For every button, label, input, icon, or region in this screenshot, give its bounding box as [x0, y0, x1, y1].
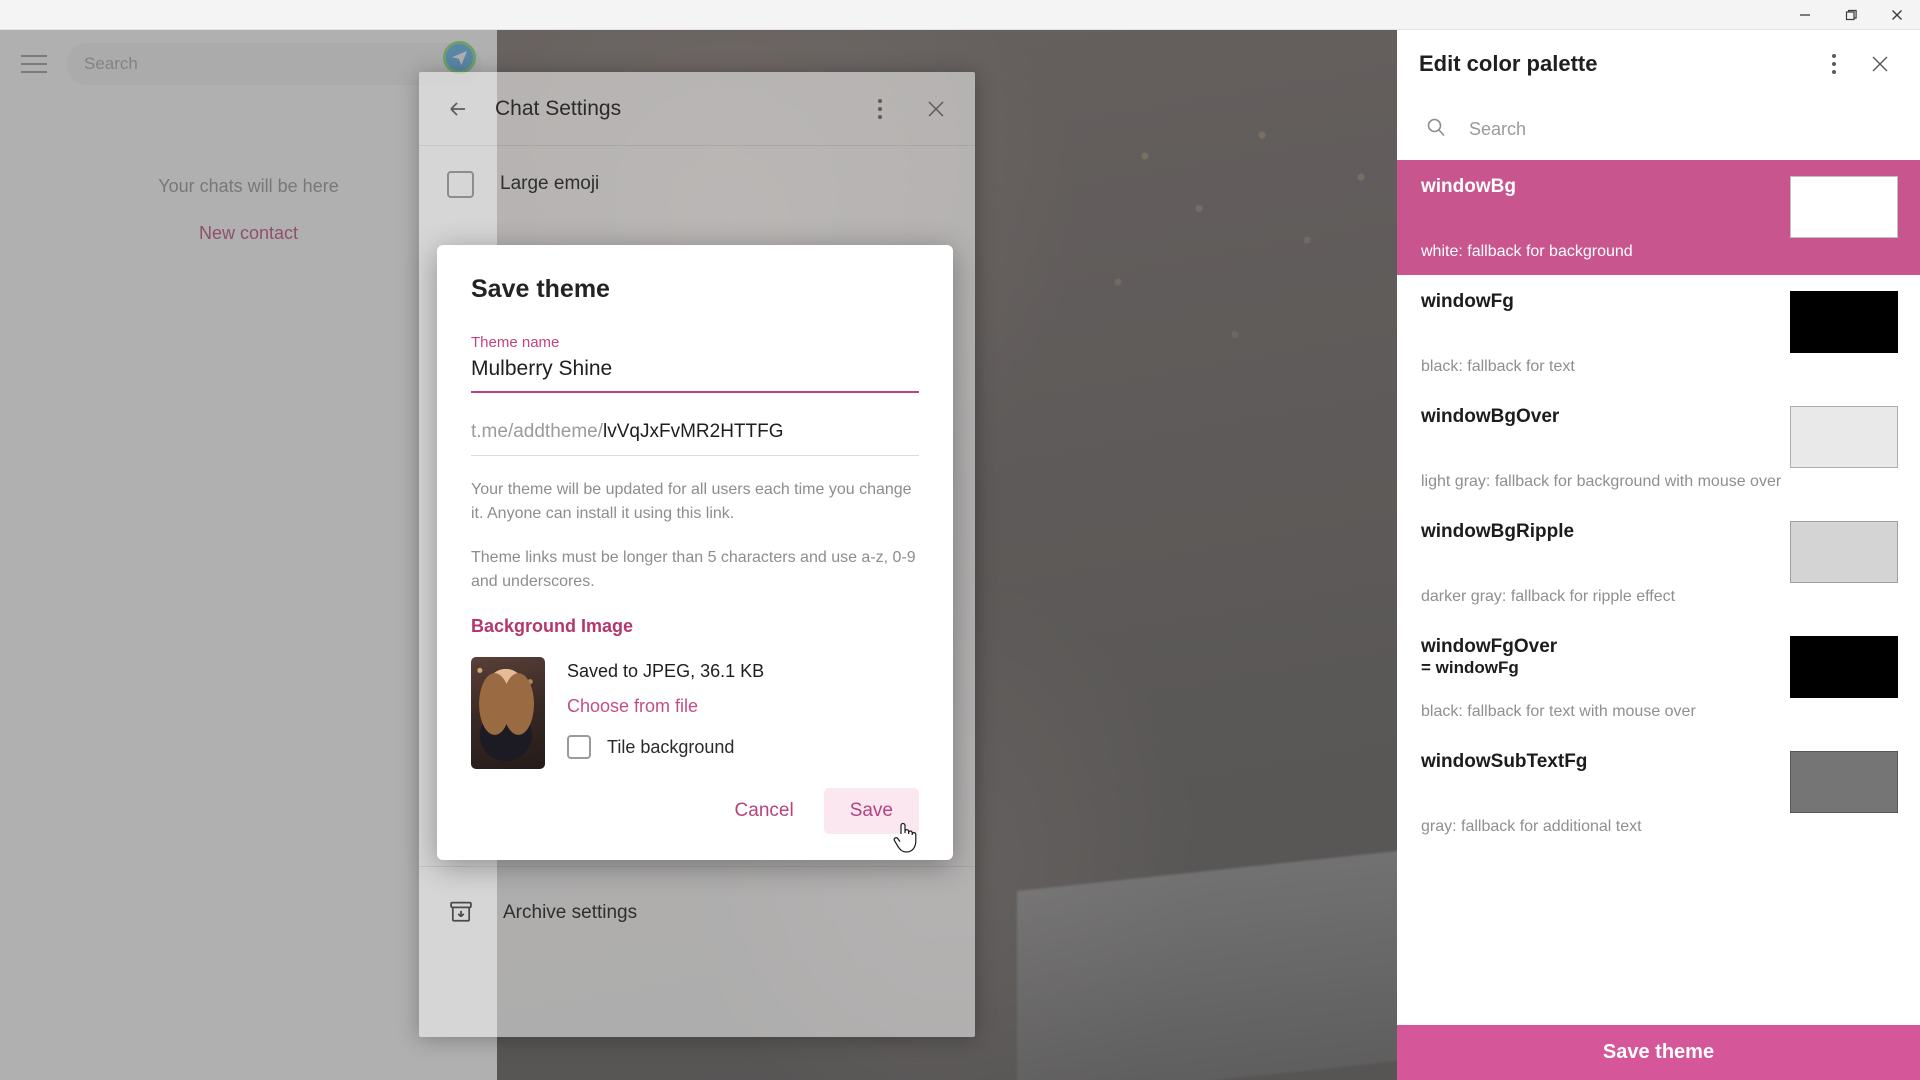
saved-format-text: Saved to JPEG, 36.1 KB [567, 661, 765, 681]
palette-row-description: black: fallback for text with mouse over [1421, 703, 1696, 720]
setting-row-large-emoji[interactable]: Large emoji [419, 146, 975, 222]
theme-link-input[interactable]: t.me/addtheme/lvVqJxFvMR2HTTFG [471, 421, 919, 456]
palette-row[interactable]: windowBg white: fallback for background [1397, 160, 1920, 275]
save-theme-button[interactable]: Save theme [1397, 1025, 1920, 1080]
palette-row[interactable]: windowBgRipple darker gray: fallback for … [1397, 505, 1920, 620]
window-titlebar [0, 0, 1920, 30]
palette-row-swatch[interactable] [1790, 751, 1898, 813]
palette-row-swatch[interactable] [1790, 291, 1898, 353]
palette-row[interactable]: windowFgOver = windowFg black: fallback fo… [1397, 620, 1920, 735]
close-icon[interactable] [917, 90, 955, 128]
background-image-section-title: Background Image [471, 616, 634, 636]
archive-settings-label: Archive settings [503, 902, 638, 923]
background-thumbnail[interactable] [471, 657, 545, 769]
cancel-button[interactable]: Cancel [715, 788, 814, 834]
chat-settings-title: Chat Settings [495, 96, 622, 120]
palette-search-row[interactable]: Search [1397, 98, 1920, 160]
search-icon [1425, 116, 1447, 143]
theme-link-prefix: t.me/addtheme/ [471, 421, 604, 442]
archive-icon [447, 898, 477, 928]
palette-search-input[interactable]: Search [1469, 119, 1526, 140]
dialog-actions: Cancel Save [715, 788, 919, 834]
kebab-menu-icon[interactable] [1816, 46, 1852, 82]
setting-row-archive-settings[interactable]: Archive settings [419, 875, 975, 951]
palette-row-description: white: fallback for background [1421, 243, 1633, 260]
palette-row-description: darker gray: fallback for ripple effect [1421, 588, 1676, 605]
theme-name-label: Theme name [471, 334, 560, 351]
close-icon[interactable] [1862, 46, 1898, 82]
palette-row[interactable]: windowSubTextFg gray: fallback for additi… [1397, 735, 1920, 850]
palette-row-swatch[interactable] [1790, 636, 1898, 698]
back-arrow-icon[interactable] [439, 90, 477, 128]
large-emoji-checkbox[interactable] [447, 170, 474, 198]
window-maximize-button[interactable] [1828, 0, 1874, 30]
save-theme-dialog: Save theme Theme name Mulberry Shine t.m… [437, 245, 953, 860]
palette-row-description: light gray: fallback for background with… [1421, 473, 1782, 490]
theme-update-note: Your theme will be updated for all users… [471, 481, 912, 522]
mouse-cursor [893, 820, 919, 854]
large-emoji-label: Large emoji [500, 173, 600, 194]
kebab-menu-icon[interactable] [861, 90, 899, 128]
chat-settings-header: Chat Settings [419, 72, 975, 146]
palette-row[interactable]: windowBgOver light gray: fallback for bac… [1397, 390, 1920, 505]
dialog-title: Save theme [471, 275, 610, 303]
app-root: Search Your chats will be here New conta… [0, 0, 1920, 1080]
tile-background-checkbox[interactable] [567, 735, 591, 759]
palette-row-swatch[interactable] [1790, 176, 1898, 238]
tile-background-label: Tile background [607, 736, 735, 757]
tile-background-row[interactable]: Tile background [567, 735, 764, 759]
window-minimize-button[interactable] [1782, 0, 1828, 30]
theme-link-suffix: lvVqJxFvMR2HTTFG [603, 421, 784, 442]
palette-header: Edit color palette [1397, 30, 1920, 98]
edit-color-palette-panel: Edit color palette Search windowBg white:… [1397, 30, 1920, 1080]
palette-row-description: gray: fallback for additional text [1421, 818, 1642, 835]
choose-from-file-link[interactable]: Choose from file [567, 696, 764, 717]
theme-link-rules-note: Theme links must be longer than 5 charac… [471, 549, 916, 590]
window-close-button[interactable] [1874, 0, 1920, 30]
palette-title: Edit color palette [1419, 51, 1598, 76]
palette-row-swatch[interactable] [1790, 406, 1898, 468]
background-image-block: Saved to JPEG, 36.1 KB Choose from file … [471, 657, 919, 769]
theme-name-input[interactable]: Mulberry Shine [471, 357, 919, 393]
palette-row[interactable]: windowFg black: fallback for text [1397, 275, 1920, 390]
settings-divider [419, 866, 975, 867]
palette-row-list: windowBg white: fallback for background wi… [1397, 160, 1920, 850]
palette-row-swatch[interactable] [1790, 521, 1898, 583]
palette-row-description: black: fallback for text [1421, 358, 1575, 375]
